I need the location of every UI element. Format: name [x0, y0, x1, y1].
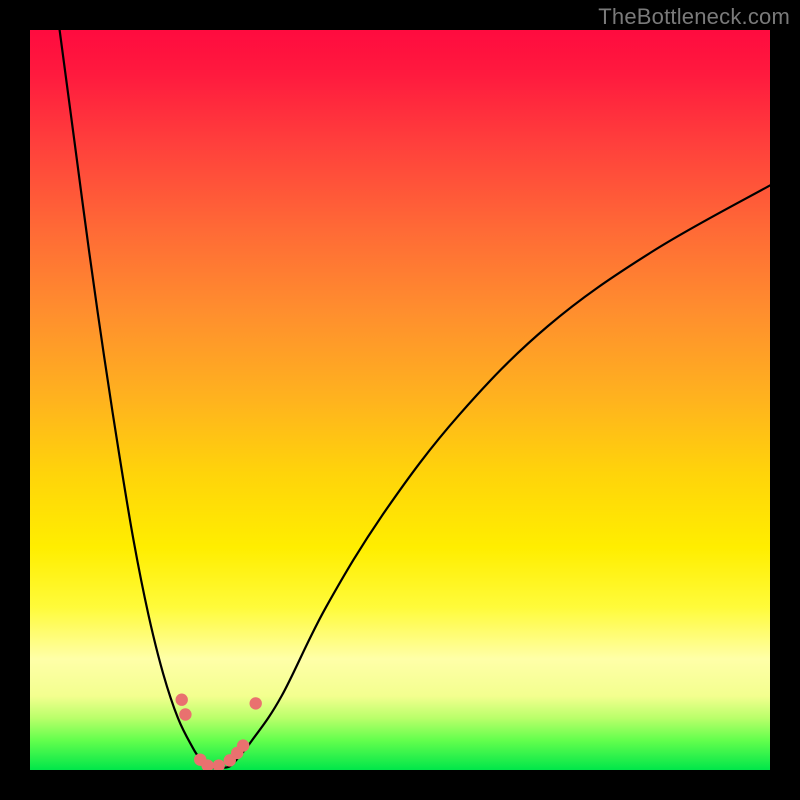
curve-marker — [179, 708, 191, 720]
curve-marker — [231, 747, 243, 759]
curve-marker — [224, 754, 236, 766]
bottleneck-curve-path — [60, 30, 770, 768]
plot-area — [30, 30, 770, 770]
curve-marker — [194, 753, 206, 765]
watermark-text: TheBottleneck.com — [598, 4, 790, 30]
curve-marker — [176, 694, 188, 706]
bottleneck-curve-svg — [30, 30, 770, 770]
curve-marker — [237, 739, 249, 751]
chart-frame: TheBottleneck.com — [0, 0, 800, 800]
curve-markers — [176, 694, 262, 771]
curve-marker — [201, 759, 213, 770]
curve-marker — [250, 697, 262, 709]
curve-marker — [213, 759, 225, 770]
